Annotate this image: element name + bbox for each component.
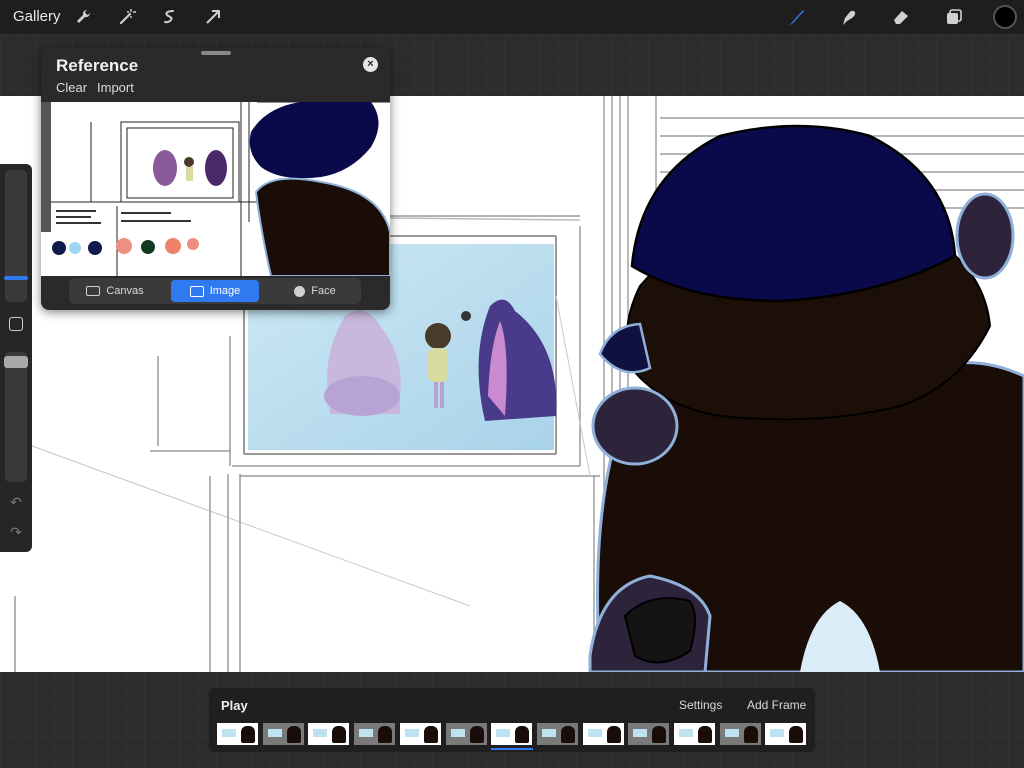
face-icon bbox=[294, 285, 306, 297]
import-button[interactable]: Import bbox=[97, 80, 134, 95]
frame-thumbnail-picture bbox=[587, 729, 602, 737]
timeline-frame[interactable] bbox=[262, 723, 304, 745]
reference-panel: Reference × Clear Import Canvas Image Fa… bbox=[41, 48, 390, 310]
top-toolbar: Gallery bbox=[0, 0, 1024, 34]
tab-face[interactable]: Face bbox=[271, 280, 359, 302]
frame-thumbnail-figure bbox=[743, 726, 758, 743]
timeline-frame[interactable] bbox=[354, 723, 396, 745]
clear-button[interactable]: Clear bbox=[56, 80, 87, 95]
timeline-frame[interactable] bbox=[765, 723, 807, 745]
transform-arrow-icon[interactable] bbox=[201, 5, 225, 29]
frame-thumbnail-figure bbox=[515, 726, 530, 743]
frame-thumbnail-picture bbox=[267, 729, 282, 737]
settings-button[interactable]: Settings bbox=[679, 698, 722, 712]
frame-strip bbox=[217, 723, 809, 745]
opacity-thumb[interactable] bbox=[4, 356, 28, 368]
frame-thumbnail-picture bbox=[541, 729, 556, 737]
frame-thumbnail-picture bbox=[679, 729, 693, 737]
reference-image bbox=[41, 102, 390, 276]
play-button[interactable]: Play bbox=[221, 698, 248, 713]
frame-thumbnail-picture bbox=[222, 729, 236, 737]
selected-frame-indicator bbox=[491, 748, 534, 750]
timeline-frame[interactable] bbox=[628, 723, 670, 745]
tab-image[interactable]: Image bbox=[171, 280, 259, 302]
frame-thumbnail-figure bbox=[606, 726, 621, 743]
frame-thumbnail-figure bbox=[789, 726, 804, 743]
layers-icon[interactable] bbox=[942, 5, 966, 29]
timeline-frame[interactable] bbox=[582, 723, 624, 745]
timeline-frame[interactable] bbox=[491, 723, 533, 745]
reference-tabs: Canvas Image Face bbox=[69, 278, 361, 304]
frame-thumbnail-picture bbox=[633, 729, 648, 737]
color-swatch[interactable] bbox=[993, 5, 1017, 29]
brush-size-slider[interactable] bbox=[4, 170, 28, 302]
frame-thumbnail-picture bbox=[724, 729, 739, 737]
redo-icon[interactable]: ↷ bbox=[8, 524, 24, 540]
timeline-frame[interactable] bbox=[536, 723, 578, 745]
add-frame-button[interactable]: Add Frame bbox=[747, 698, 806, 712]
timeline-frame[interactable] bbox=[399, 723, 441, 745]
timeline-frame[interactable] bbox=[445, 723, 487, 745]
frame-thumbnail-picture bbox=[450, 729, 465, 737]
frame-thumbnail-figure bbox=[652, 726, 667, 743]
canvas-icon bbox=[86, 286, 101, 296]
tab-face-label: Face bbox=[311, 285, 336, 297]
brush-icon[interactable] bbox=[784, 5, 808, 29]
frame-thumbnail-picture bbox=[770, 729, 785, 737]
reference-title: Reference bbox=[56, 56, 139, 75]
frame-thumbnail-figure bbox=[332, 726, 347, 743]
frame-thumbnail-figure bbox=[286, 726, 301, 743]
gallery-button[interactable]: Gallery bbox=[13, 8, 61, 25]
image-icon bbox=[189, 285, 204, 297]
frame-thumbnail-picture bbox=[313, 729, 328, 737]
tab-image-label: Image bbox=[209, 285, 241, 297]
modify-button[interactable] bbox=[9, 317, 23, 331]
wrench-icon[interactable] bbox=[72, 5, 96, 29]
selection-icon[interactable] bbox=[158, 5, 182, 29]
undo-icon[interactable]: ↶ bbox=[8, 494, 24, 510]
timeline-frame[interactable] bbox=[674, 723, 715, 745]
eraser-icon[interactable] bbox=[889, 5, 913, 29]
frame-thumbnail-figure bbox=[241, 726, 255, 743]
magic-wand-icon[interactable] bbox=[115, 5, 139, 29]
frame-thumbnail-figure bbox=[423, 726, 438, 743]
tab-canvas[interactable]: Canvas bbox=[71, 280, 159, 302]
frame-thumbnail-figure bbox=[378, 726, 393, 743]
frame-thumbnail-figure bbox=[698, 726, 712, 743]
timeline-frame[interactable] bbox=[217, 723, 258, 745]
frame-thumbnail-picture bbox=[496, 729, 511, 737]
frame-thumbnail-figure bbox=[469, 726, 484, 743]
smudge-icon[interactable] bbox=[836, 5, 860, 29]
timeline-frame[interactable] bbox=[308, 723, 350, 745]
brush-sidebar: ↶ ↷ bbox=[0, 164, 32, 552]
drag-handle[interactable] bbox=[201, 51, 231, 55]
brush-size-thumb[interactable] bbox=[4, 276, 28, 280]
animation-timeline: Play Settings Add Frame bbox=[209, 688, 815, 752]
frame-thumbnail-figure bbox=[560, 726, 575, 743]
frame-thumbnail-picture bbox=[359, 729, 374, 737]
opacity-slider[interactable] bbox=[4, 352, 28, 482]
frame-thumbnail-picture bbox=[404, 729, 419, 737]
timeline-frame[interactable] bbox=[719, 723, 761, 745]
close-icon[interactable]: × bbox=[363, 57, 378, 72]
tab-canvas-label: Canvas bbox=[106, 285, 144, 297]
